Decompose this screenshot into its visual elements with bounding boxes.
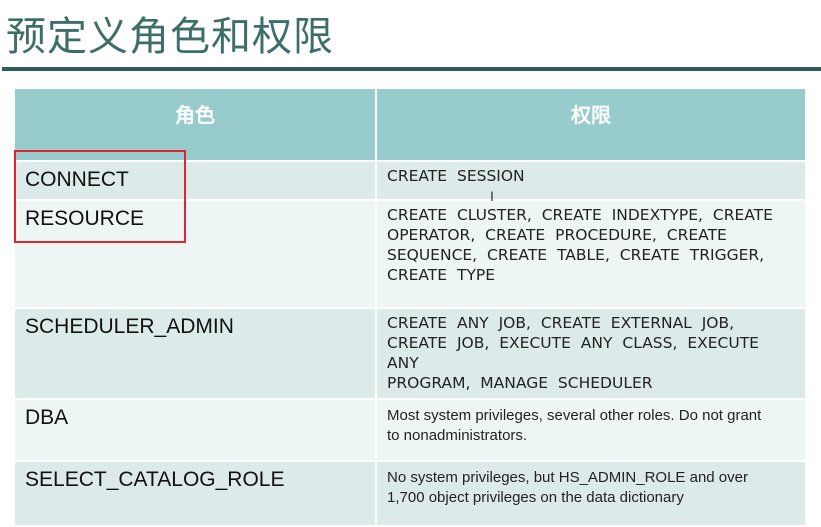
role-cell: SELECT_CATALOG_ROLE bbox=[13, 460, 377, 527]
table-row: SELECT_CATALOG_ROLE No system privileges… bbox=[13, 460, 807, 527]
privilege-line: CREATE SESSION bbox=[387, 167, 525, 185]
privileges-cell: CREATE ANY JOB, CREATE EXTERNAL JOB, CRE… bbox=[375, 307, 807, 400]
highlight-box bbox=[14, 150, 186, 243]
privilege-line: Most system privileges, several other ro… bbox=[387, 407, 762, 424]
privilege-line: 1,700 object privileges on the data dict… bbox=[387, 489, 684, 506]
privilege-line: CREATE ANY JOB, CREATE EXTERNAL JOB, bbox=[387, 314, 735, 332]
privilege-line: CREATE CLUSTER, CREATE INDEXTYPE, CREATE bbox=[387, 206, 773, 224]
header-privileges: 权限 bbox=[375, 87, 807, 162]
privileges-cell: No system privileges, but HS_ADMIN_ROLE … bbox=[375, 460, 807, 527]
table-row: SCHEDULER_ADMIN CREATE ANY JOB, CREATE E… bbox=[13, 307, 807, 400]
privilege-line: PROGRAM, MANAGE SCHEDULER bbox=[387, 374, 653, 392]
role-cell: SCHEDULER_ADMIN bbox=[13, 307, 377, 400]
privilege-line: No system privileges, but HS_ADMIN_ROLE … bbox=[387, 469, 748, 486]
privilege-line: OPERATOR, CREATE PROCEDURE, CREATE bbox=[387, 226, 727, 244]
privilege-line: SEQUENCE, CREATE TABLE, CREATE TRIGGER, bbox=[387, 246, 765, 264]
privileges-cell: CREATE SESSION bbox=[375, 160, 807, 201]
table-row: DBA Most system privileges, several othe… bbox=[13, 398, 807, 462]
privileges-cell: Most system privileges, several other ro… bbox=[375, 398, 807, 462]
privilege-line: CREATE TYPE bbox=[387, 266, 496, 284]
privilege-line: to nonadministrators. bbox=[387, 427, 528, 444]
title-divider bbox=[2, 67, 821, 71]
role-cell: DBA bbox=[13, 398, 377, 462]
privileges-cell: CREATE CLUSTER, CREATE INDEXTYPE, CREATE… bbox=[375, 199, 807, 309]
page-title: 预定义角色和权限 bbox=[6, 14, 334, 60]
text-cursor-icon: I bbox=[490, 188, 494, 204]
privilege-line: CREATE JOB, EXECUTE ANY CLASS, EXECUTE A… bbox=[387, 334, 759, 372]
